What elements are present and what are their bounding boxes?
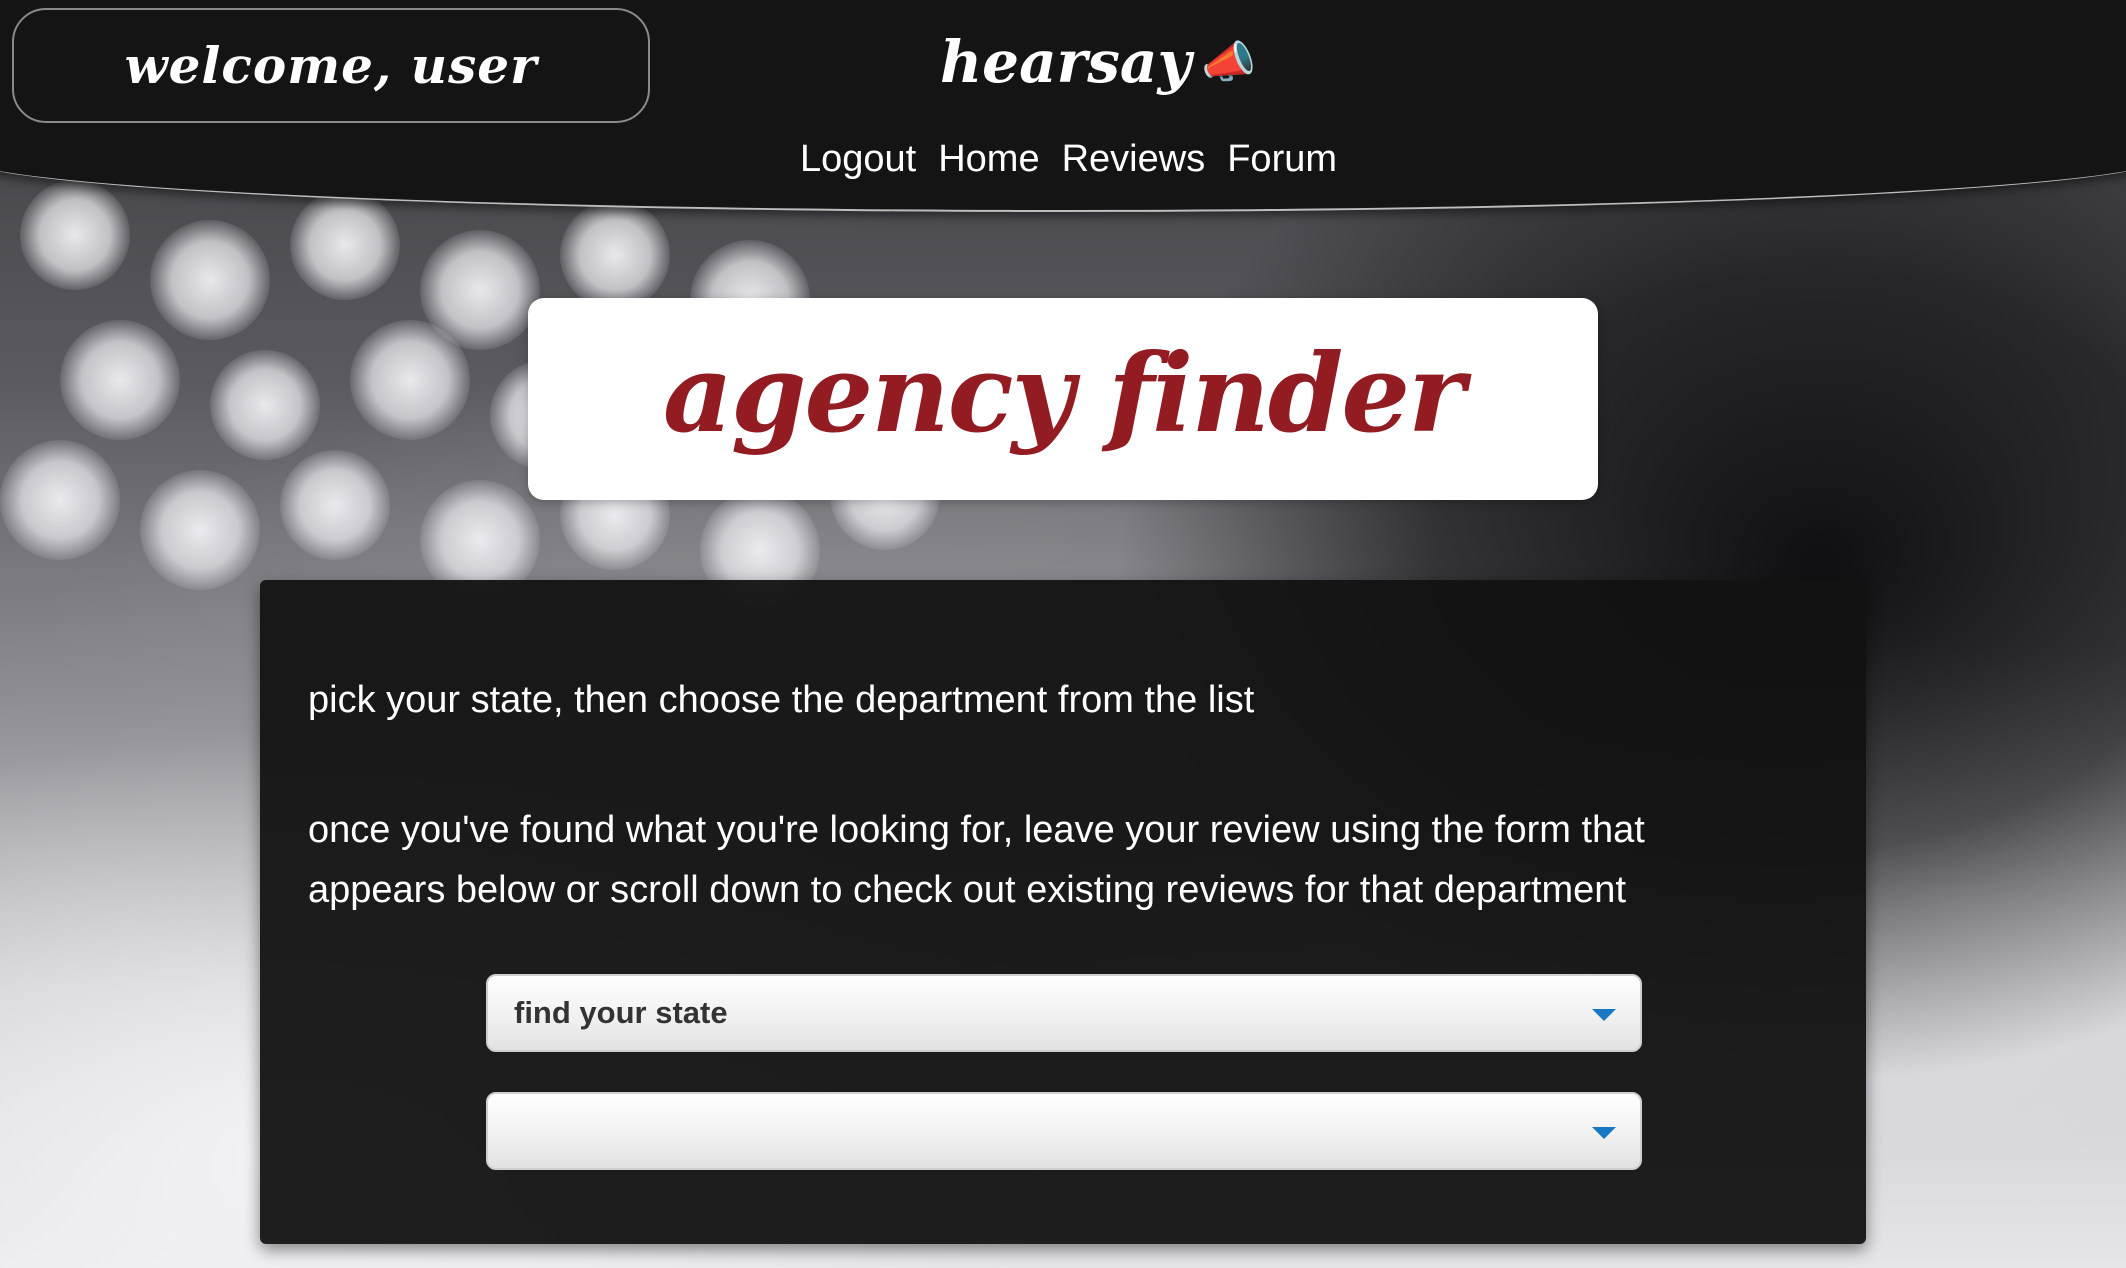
main-nav: Logout Home Reviews Forum bbox=[800, 138, 1337, 181]
agency-finder-panel: pick your state, then choose the departm… bbox=[260, 580, 1866, 1244]
state-select[interactable]: find your state bbox=[486, 974, 1642, 1052]
page-title: agency finder bbox=[663, 331, 1465, 457]
nav-forum-link[interactable]: Forum bbox=[1227, 138, 1337, 181]
megaphone-icon: 📣 bbox=[1201, 37, 1256, 88]
welcome-box: welcome, user bbox=[12, 8, 650, 123]
brand-name: hearsay bbox=[940, 28, 1192, 96]
welcome-text: welcome, user bbox=[124, 36, 538, 95]
chevron-down-icon bbox=[1592, 1009, 1616, 1021]
instruction-text: pick your state, then choose the departm… bbox=[308, 679, 1255, 721]
page: welcome, user hearsay 📣 Logout Home Revi… bbox=[0, 0, 2126, 1268]
title-card: agency finder bbox=[528, 298, 1598, 500]
chevron-down-icon bbox=[1592, 1127, 1616, 1139]
nav-reviews-link[interactable]: Reviews bbox=[1062, 138, 1206, 181]
nav-home-link[interactable]: Home bbox=[938, 138, 1039, 181]
brand-logo[interactable]: hearsay 📣 bbox=[940, 28, 1256, 96]
nav-logout-link[interactable]: Logout bbox=[800, 138, 916, 181]
department-select[interactable] bbox=[486, 1092, 1642, 1170]
state-select-value: find your state bbox=[514, 995, 728, 1030]
review-instruction-text: once you've found what you're looking fo… bbox=[308, 809, 1645, 911]
